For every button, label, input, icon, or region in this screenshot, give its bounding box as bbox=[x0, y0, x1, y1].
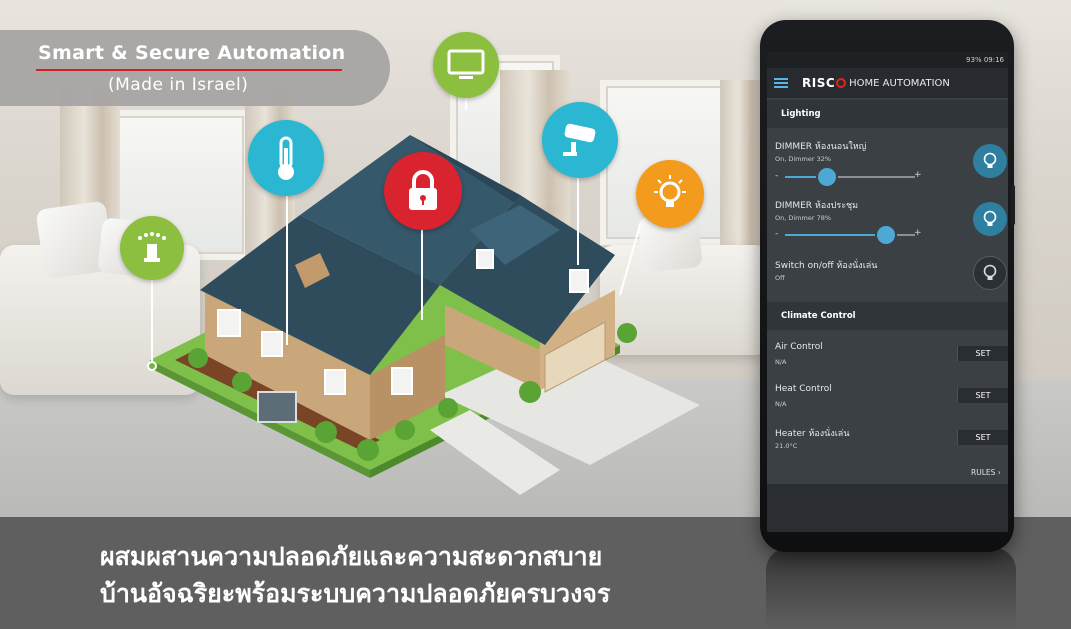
rules-link[interactable]: RULES › bbox=[971, 468, 1001, 477]
header-title: Smart & Secure Automation bbox=[38, 42, 346, 64]
app-bar: RISC HOME AUTOMATION bbox=[767, 68, 1008, 98]
menu-icon[interactable] bbox=[774, 78, 788, 88]
banner-line-2: บ้านอัจฉริยะพร้อมระบบความปลอดภัยครบวงจร bbox=[100, 579, 611, 608]
chevron-right-icon: › bbox=[997, 468, 1001, 477]
air-control-value: N/A bbox=[775, 358, 787, 366]
brand-logo: RISC bbox=[802, 76, 847, 90]
dimmer-1-status: On, Dimmer 32% bbox=[775, 155, 832, 163]
screen-bottom-area bbox=[767, 484, 1008, 532]
heater-set-button[interactable]: SET bbox=[957, 430, 1008, 445]
air-control-title: Air Control bbox=[775, 342, 823, 352]
banner-line-1: ผสมผสานความปลอดภัยและความสะดวกสบาย bbox=[100, 542, 603, 571]
dimmer-2-slider-knob[interactable] bbox=[877, 226, 896, 244]
scene: Smart & Secure Automation (Made in Israe… bbox=[0, 0, 1071, 629]
dimmer-1-slider-knob[interactable] bbox=[817, 168, 836, 186]
dimmer-2-status: On, Dimmer 78% bbox=[775, 214, 832, 222]
bulb-icon bbox=[983, 210, 997, 226]
switch-status: Off bbox=[775, 274, 785, 282]
dimmer-2-slider[interactable] bbox=[785, 226, 915, 244]
heater-title: Heater ห้องนั่งเล่น bbox=[775, 429, 850, 439]
lock-icon[interactable] bbox=[384, 152, 462, 230]
air-control-set-button[interactable]: SET bbox=[957, 346, 1008, 361]
dimmer-2-minus[interactable]: - bbox=[775, 229, 778, 239]
header-subtitle: (Made in Israel) bbox=[108, 75, 249, 95]
app-title: HOME AUTOMATION bbox=[849, 77, 950, 89]
heater-value: 21.0°C bbox=[775, 442, 798, 450]
climate-heading: Climate Control bbox=[767, 302, 1008, 330]
phone-side-button bbox=[1011, 185, 1015, 225]
dimmer-2-plus[interactable]: + bbox=[914, 228, 922, 238]
ac-unit bbox=[257, 391, 297, 423]
rules-label: RULES bbox=[971, 468, 996, 477]
dimmer-1-plus[interactable]: + bbox=[914, 170, 922, 180]
dimmer-1-title: DIMMER ห้องนอนใหญ่ bbox=[775, 142, 867, 152]
dimmer-2-title: DIMMER ห้องประชุม bbox=[775, 201, 859, 211]
dimmer-1-bulb-button[interactable] bbox=[973, 144, 1007, 178]
sprinkler-icon[interactable] bbox=[120, 216, 184, 280]
lightbulb-icon[interactable] bbox=[636, 160, 704, 228]
status-bar: 93% 09:16 bbox=[767, 52, 1008, 68]
heat-control-value: N/A bbox=[775, 400, 787, 408]
switch-bulb-button[interactable] bbox=[973, 256, 1007, 290]
bulb-icon bbox=[983, 152, 997, 168]
brand-text: RISC bbox=[802, 76, 836, 90]
dimmer-1-slider[interactable] bbox=[785, 168, 915, 186]
app-screen: 93% 09:16 RISC HOME AUTOMATION Lighting … bbox=[767, 52, 1008, 532]
phone-reflection bbox=[766, 548, 1016, 629]
heat-control-set-button[interactable]: SET bbox=[957, 388, 1008, 403]
bulb-icon bbox=[983, 264, 997, 280]
dimmer-2-bulb-button[interactable] bbox=[973, 202, 1007, 236]
header-underline bbox=[36, 69, 342, 71]
dimmer-1-minus[interactable]: - bbox=[775, 171, 778, 181]
tv-icon[interactable] bbox=[433, 32, 499, 98]
dimmer-2-slider-fill bbox=[785, 234, 887, 236]
status-bar-right: 93% 09:16 bbox=[966, 56, 1004, 64]
switch-title: Switch on/off ห้องนั่งเล่น bbox=[775, 261, 878, 271]
lighting-heading: Lighting bbox=[767, 100, 1008, 128]
heat-control-title: Heat Control bbox=[775, 384, 832, 394]
thermometer-icon[interactable] bbox=[248, 120, 324, 196]
brand-logo-o bbox=[836, 78, 847, 88]
camera-icon[interactable] bbox=[542, 102, 618, 178]
